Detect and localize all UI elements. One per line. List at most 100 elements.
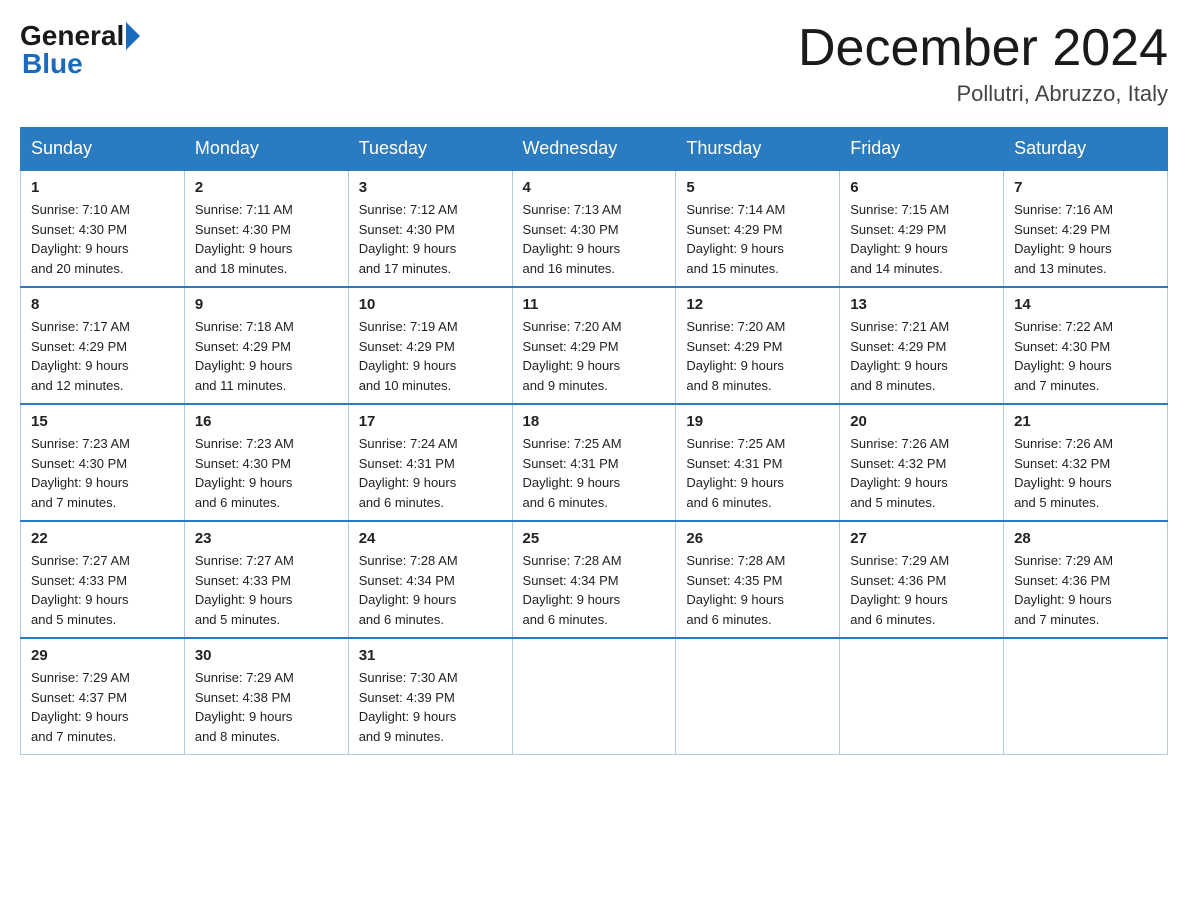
day-info: Sunrise: 7:26 AMSunset: 4:32 PMDaylight:… — [1014, 436, 1113, 510]
day-cell: 11 Sunrise: 7:20 AMSunset: 4:29 PMDaylig… — [512, 287, 676, 404]
day-info: Sunrise: 7:29 AMSunset: 4:36 PMDaylight:… — [850, 553, 949, 627]
day-info: Sunrise: 7:25 AMSunset: 4:31 PMDaylight:… — [523, 436, 622, 510]
day-cell: 23 Sunrise: 7:27 AMSunset: 4:33 PMDaylig… — [184, 521, 348, 638]
day-info: Sunrise: 7:29 AMSunset: 4:37 PMDaylight:… — [31, 670, 130, 744]
day-info: Sunrise: 7:17 AMSunset: 4:29 PMDaylight:… — [31, 319, 130, 393]
day-number: 3 — [359, 179, 502, 196]
day-info: Sunrise: 7:25 AMSunset: 4:31 PMDaylight:… — [686, 436, 785, 510]
logo-arrow-icon — [126, 22, 140, 50]
day-info: Sunrise: 7:28 AMSunset: 4:35 PMDaylight:… — [686, 553, 785, 627]
week-row-2: 8 Sunrise: 7:17 AMSunset: 4:29 PMDayligh… — [21, 287, 1168, 404]
header-row: Sunday Monday Tuesday Wednesday Thursday… — [21, 128, 1168, 171]
week-row-1: 1 Sunrise: 7:10 AMSunset: 4:30 PMDayligh… — [21, 170, 1168, 287]
day-info: Sunrise: 7:29 AMSunset: 4:38 PMDaylight:… — [195, 670, 294, 744]
calendar-table: Sunday Monday Tuesday Wednesday Thursday… — [20, 127, 1168, 755]
day-number: 13 — [850, 296, 993, 313]
day-cell: 4 Sunrise: 7:13 AMSunset: 4:30 PMDayligh… — [512, 170, 676, 287]
day-cell: 3 Sunrise: 7:12 AMSunset: 4:30 PMDayligh… — [348, 170, 512, 287]
col-monday: Monday — [184, 128, 348, 171]
day-info: Sunrise: 7:27 AMSunset: 4:33 PMDaylight:… — [31, 553, 130, 627]
col-tuesday: Tuesday — [348, 128, 512, 171]
day-cell: 13 Sunrise: 7:21 AMSunset: 4:29 PMDaylig… — [840, 287, 1004, 404]
day-number: 17 — [359, 413, 502, 430]
day-cell: 31 Sunrise: 7:30 AMSunset: 4:39 PMDaylig… — [348, 638, 512, 755]
day-number: 14 — [1014, 296, 1157, 313]
day-cell: 14 Sunrise: 7:22 AMSunset: 4:30 PMDaylig… — [1004, 287, 1168, 404]
day-number: 8 — [31, 296, 174, 313]
week-row-5: 29 Sunrise: 7:29 AMSunset: 4:37 PMDaylig… — [21, 638, 1168, 755]
day-number: 29 — [31, 647, 174, 664]
day-number: 20 — [850, 413, 993, 430]
day-info: Sunrise: 7:23 AMSunset: 4:30 PMDaylight:… — [31, 436, 130, 510]
day-number: 19 — [686, 413, 829, 430]
logo-blue-text: Blue — [22, 48, 83, 79]
day-number: 10 — [359, 296, 502, 313]
logo: General Blue — [20, 20, 142, 80]
day-cell: 7 Sunrise: 7:16 AMSunset: 4:29 PMDayligh… — [1004, 170, 1168, 287]
day-cell: 1 Sunrise: 7:10 AMSunset: 4:30 PMDayligh… — [21, 170, 185, 287]
month-title: December 2024 — [798, 20, 1168, 77]
day-number: 12 — [686, 296, 829, 313]
day-number: 1 — [31, 179, 174, 196]
day-cell — [1004, 638, 1168, 755]
day-info: Sunrise: 7:10 AMSunset: 4:30 PMDaylight:… — [31, 202, 130, 276]
col-thursday: Thursday — [676, 128, 840, 171]
day-info: Sunrise: 7:16 AMSunset: 4:29 PMDaylight:… — [1014, 202, 1113, 276]
day-cell: 19 Sunrise: 7:25 AMSunset: 4:31 PMDaylig… — [676, 404, 840, 521]
day-info: Sunrise: 7:12 AMSunset: 4:30 PMDaylight:… — [359, 202, 458, 276]
day-number: 30 — [195, 647, 338, 664]
day-cell: 18 Sunrise: 7:25 AMSunset: 4:31 PMDaylig… — [512, 404, 676, 521]
day-cell: 2 Sunrise: 7:11 AMSunset: 4:30 PMDayligh… — [184, 170, 348, 287]
day-cell — [512, 638, 676, 755]
day-cell: 16 Sunrise: 7:23 AMSunset: 4:30 PMDaylig… — [184, 404, 348, 521]
title-block: December 2024 Pollutri, Abruzzo, Italy — [798, 20, 1168, 107]
day-cell — [676, 638, 840, 755]
day-number: 21 — [1014, 413, 1157, 430]
day-cell: 10 Sunrise: 7:19 AMSunset: 4:29 PMDaylig… — [348, 287, 512, 404]
day-info: Sunrise: 7:15 AMSunset: 4:29 PMDaylight:… — [850, 202, 949, 276]
day-cell: 22 Sunrise: 7:27 AMSunset: 4:33 PMDaylig… — [21, 521, 185, 638]
day-number: 5 — [686, 179, 829, 196]
day-info: Sunrise: 7:22 AMSunset: 4:30 PMDaylight:… — [1014, 319, 1113, 393]
day-number: 26 — [686, 530, 829, 547]
day-number: 9 — [195, 296, 338, 313]
day-cell: 27 Sunrise: 7:29 AMSunset: 4:36 PMDaylig… — [840, 521, 1004, 638]
day-number: 22 — [31, 530, 174, 547]
day-cell: 21 Sunrise: 7:26 AMSunset: 4:32 PMDaylig… — [1004, 404, 1168, 521]
day-number: 23 — [195, 530, 338, 547]
day-cell: 9 Sunrise: 7:18 AMSunset: 4:29 PMDayligh… — [184, 287, 348, 404]
day-info: Sunrise: 7:23 AMSunset: 4:30 PMDaylight:… — [195, 436, 294, 510]
day-number: 15 — [31, 413, 174, 430]
day-info: Sunrise: 7:26 AMSunset: 4:32 PMDaylight:… — [850, 436, 949, 510]
day-cell: 5 Sunrise: 7:14 AMSunset: 4:29 PMDayligh… — [676, 170, 840, 287]
page-header: General Blue December 2024 Pollutri, Abr… — [20, 20, 1168, 107]
day-cell: 15 Sunrise: 7:23 AMSunset: 4:30 PMDaylig… — [21, 404, 185, 521]
week-row-3: 15 Sunrise: 7:23 AMSunset: 4:30 PMDaylig… — [21, 404, 1168, 521]
col-sunday: Sunday — [21, 128, 185, 171]
day-cell — [840, 638, 1004, 755]
day-info: Sunrise: 7:18 AMSunset: 4:29 PMDaylight:… — [195, 319, 294, 393]
day-info: Sunrise: 7:29 AMSunset: 4:36 PMDaylight:… — [1014, 553, 1113, 627]
day-info: Sunrise: 7:30 AMSunset: 4:39 PMDaylight:… — [359, 670, 458, 744]
day-number: 27 — [850, 530, 993, 547]
day-number: 7 — [1014, 179, 1157, 196]
day-info: Sunrise: 7:24 AMSunset: 4:31 PMDaylight:… — [359, 436, 458, 510]
day-cell: 8 Sunrise: 7:17 AMSunset: 4:29 PMDayligh… — [21, 287, 185, 404]
col-saturday: Saturday — [1004, 128, 1168, 171]
day-number: 18 — [523, 413, 666, 430]
day-number: 25 — [523, 530, 666, 547]
day-info: Sunrise: 7:21 AMSunset: 4:29 PMDaylight:… — [850, 319, 949, 393]
col-wednesday: Wednesday — [512, 128, 676, 171]
day-cell: 24 Sunrise: 7:28 AMSunset: 4:34 PMDaylig… — [348, 521, 512, 638]
day-cell: 28 Sunrise: 7:29 AMSunset: 4:36 PMDaylig… — [1004, 521, 1168, 638]
day-number: 28 — [1014, 530, 1157, 547]
day-info: Sunrise: 7:20 AMSunset: 4:29 PMDaylight:… — [686, 319, 785, 393]
day-info: Sunrise: 7:27 AMSunset: 4:33 PMDaylight:… — [195, 553, 294, 627]
day-number: 24 — [359, 530, 502, 547]
day-cell: 17 Sunrise: 7:24 AMSunset: 4:31 PMDaylig… — [348, 404, 512, 521]
week-row-4: 22 Sunrise: 7:27 AMSunset: 4:33 PMDaylig… — [21, 521, 1168, 638]
col-friday: Friday — [840, 128, 1004, 171]
day-number: 4 — [523, 179, 666, 196]
day-cell: 26 Sunrise: 7:28 AMSunset: 4:35 PMDaylig… — [676, 521, 840, 638]
day-info: Sunrise: 7:20 AMSunset: 4:29 PMDaylight:… — [523, 319, 622, 393]
